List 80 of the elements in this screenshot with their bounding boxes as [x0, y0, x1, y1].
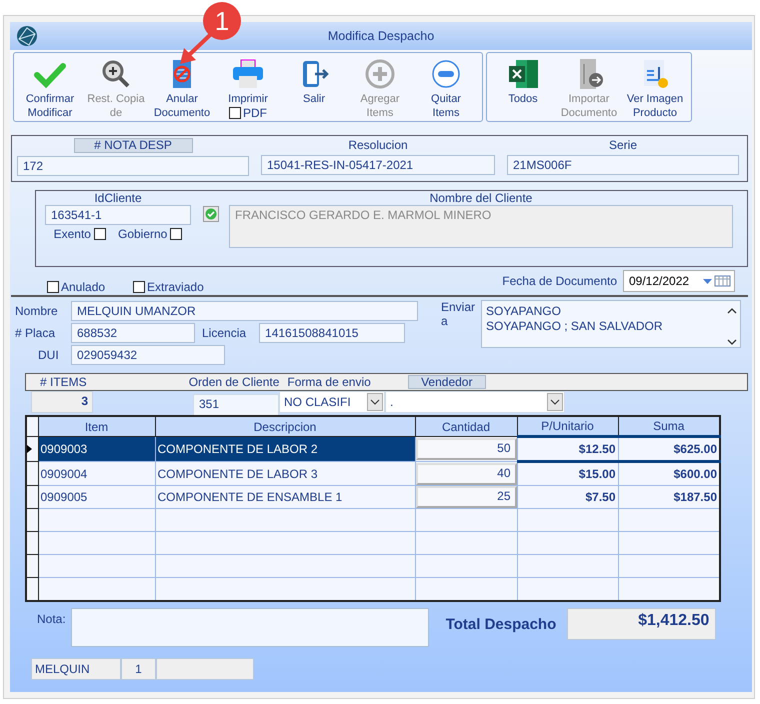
- licencia-field[interactable]: 14161508841015: [259, 323, 406, 343]
- table-cell: $15.00: [517, 462, 618, 486]
- flag-label: Gobierno: [118, 227, 168, 241]
- row-pointer-icon: [27, 445, 32, 453]
- nombre-label: Nombre: [14, 304, 59, 318]
- quantity-field[interactable]: 40: [416, 462, 516, 484]
- idcliente-field[interactable]: 163541-1: [45, 205, 191, 225]
- calendar-icon[interactable]: [702, 275, 732, 287]
- table-cell: 0909004: [38, 462, 155, 486]
- placa-field[interactable]: 688532: [71, 323, 195, 343]
- forma-dropdown[interactable]: NO CLASIFI: [279, 391, 385, 413]
- toolbar-button[interactable]: Imprimir PDF: [215, 53, 281, 121]
- serie-label: Serie: [608, 138, 637, 152]
- licencia-label: Licencia: [202, 326, 246, 340]
- nota-field[interactable]: [70, 608, 429, 647]
- placa-label: # Placa: [14, 326, 56, 340]
- orden-field[interactable]: 351: [193, 394, 279, 416]
- total-value: $1,412.50: [567, 608, 716, 640]
- dui-field[interactable]: 029059432: [71, 345, 225, 365]
- pdf-checkbox[interactable]: [229, 107, 241, 119]
- column-header[interactable]: Cantidad: [415, 416, 517, 436]
- pdf-label: PDF: [243, 106, 267, 120]
- column-header[interactable]: Descripcion: [155, 416, 415, 436]
- printer-icon: [231, 58, 265, 90]
- nombre-field[interactable]: MELQUIN UMANZOR: [71, 301, 418, 321]
- column-header[interactable]: Item: [38, 416, 155, 436]
- status-checkbox[interactable]: [133, 281, 146, 293]
- toolbar-button[interactable]: Salir: [281, 53, 347, 121]
- date-picker[interactable]: 09/12/2022: [623, 270, 735, 292]
- flag-checkbox[interactable]: [170, 228, 182, 240]
- idcliente-label: IdCliente: [94, 191, 142, 205]
- total-label: Total Despacho: [446, 616, 556, 635]
- table-row[interactable]: 0909005 COMPONENTE DE ENSAMBLE 1 25 $7.50 $187.50: [26, 486, 720, 508]
- quantity-field[interactable]: 25: [416, 486, 516, 508]
- client-name-label: Nombre del Cliente: [430, 191, 532, 205]
- table-cell: COMPONENTE DE LABOR 2: [155, 436, 415, 462]
- flag-checkbox[interactable]: [94, 228, 106, 240]
- status-label: Extraviado: [147, 280, 204, 294]
- toolbar-button[interactable]: Todos: [490, 53, 556, 121]
- fecha-label: Fecha de Documento: [502, 274, 617, 288]
- nota-field[interactable]: 172: [17, 156, 249, 176]
- table-row[interactable]: 0909003 COMPONENTE DE LABOR 2 50 $12.50 $625.00: [26, 436, 720, 462]
- status-cell: MELQUIN: [31, 658, 121, 680]
- items-label: # ITEMS: [40, 375, 87, 389]
- plus-circle-icon: [363, 58, 397, 90]
- vendedor-dropdown[interactable]: .: [385, 391, 565, 413]
- address-field[interactable]: SOYAPANGO SOYAPANGO ; SAN SALVADOR: [481, 300, 741, 348]
- callout-badge: 1: [203, 2, 241, 40]
- toolbar-button[interactable]: Confirmar Modificar: [17, 53, 83, 121]
- forma-label: Forma de envio: [287, 375, 371, 389]
- status-label: Anulado: [61, 280, 106, 294]
- status-cell: 1: [121, 658, 156, 680]
- resolucion-label: Resolucion: [348, 138, 408, 152]
- table-row[interactable]: 0909004 COMPONENTE DE LABOR 3 40 $15.00 $600.00: [26, 462, 720, 486]
- table-cell: $625.00: [618, 436, 720, 462]
- quantity-field[interactable]: 50: [416, 438, 516, 460]
- table-cell: COMPONENTE DE ENSAMBLE 1: [155, 486, 415, 508]
- globe-icon: [16, 25, 38, 47]
- table-cell: $12.50: [517, 436, 618, 462]
- serie-field[interactable]: 21MS006F: [507, 155, 739, 175]
- window-title: Modifica Despacho: [326, 29, 436, 43]
- enviar-label: Enviar a: [441, 300, 476, 330]
- nota-label: Nota:: [37, 612, 66, 628]
- table-cell: 0909005: [38, 486, 155, 508]
- dui-label: DUI: [37, 348, 60, 362]
- table-cell: 0909003: [38, 436, 155, 462]
- toolbar-button[interactable]: Ver Imagen Producto: [622, 53, 688, 121]
- flag-label: Exento: [54, 227, 91, 241]
- table-cell: $7.50: [517, 486, 618, 508]
- resolucion-field[interactable]: 15041-RES-IN-05417-2021: [261, 155, 495, 175]
- items-count-field: 3: [31, 391, 93, 413]
- vendedor-label: Vendedor: [408, 375, 486, 389]
- table-cell: COMPONENTE DE LABOR 3: [155, 462, 415, 486]
- toolbar-button[interactable]: Anular Documento: [149, 53, 215, 121]
- toolbar-button[interactable]: Quitar Items: [413, 53, 479, 121]
- spreadsheet-icon: [506, 58, 540, 90]
- orden-label: Orden de Cliente: [188, 375, 280, 389]
- status-checkbox[interactable]: [47, 281, 59, 293]
- verified-icon[interactable]: [203, 206, 219, 222]
- nota-label: # NOTA DESP: [74, 138, 192, 153]
